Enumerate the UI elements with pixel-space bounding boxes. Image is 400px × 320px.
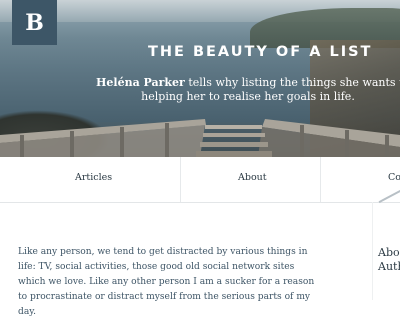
nav-corner-decoration: [378, 189, 400, 204]
sidebar-heading-line-2: Auth: [378, 260, 400, 273]
subtitle-text: tells why listing the things she wants t…: [188, 76, 400, 89]
subtitle-line-1: Heléna Parker tells why listing the thin…: [96, 76, 400, 90]
site-logo[interactable]: B: [12, 0, 57, 45]
sidebar-heading-line-1: Abo: [378, 246, 400, 259]
author-name: Heléna Parker: [96, 76, 185, 89]
nav-item-about[interactable]: About: [238, 172, 267, 183]
about-author-sidebar: Abo Auth: [378, 246, 400, 274]
nav-item-contact[interactable]: Co: [388, 172, 400, 183]
nav-divider: [180, 157, 181, 202]
sidebar-divider: [372, 202, 373, 300]
article-title: THE BEAUTY OF A LIST: [148, 44, 373, 60]
article-subtitle: Heléna Parker tells why listing the thin…: [96, 76, 400, 104]
hero-banner: B THE BEAUTY OF A LIST Heléna Parker tel…: [0, 0, 400, 157]
nav-divider: [320, 157, 321, 202]
nav-item-articles[interactable]: Articles: [75, 172, 112, 183]
logo-letter: B: [25, 9, 44, 36]
article-intro-paragraph: Like any person, we tend to get distract…: [18, 247, 315, 317]
subtitle-line-2: helping her to realise her goals in life…: [141, 90, 355, 103]
main-nav: Articles About Co: [0, 157, 400, 204]
hero-stairs-image: [0, 119, 400, 157]
